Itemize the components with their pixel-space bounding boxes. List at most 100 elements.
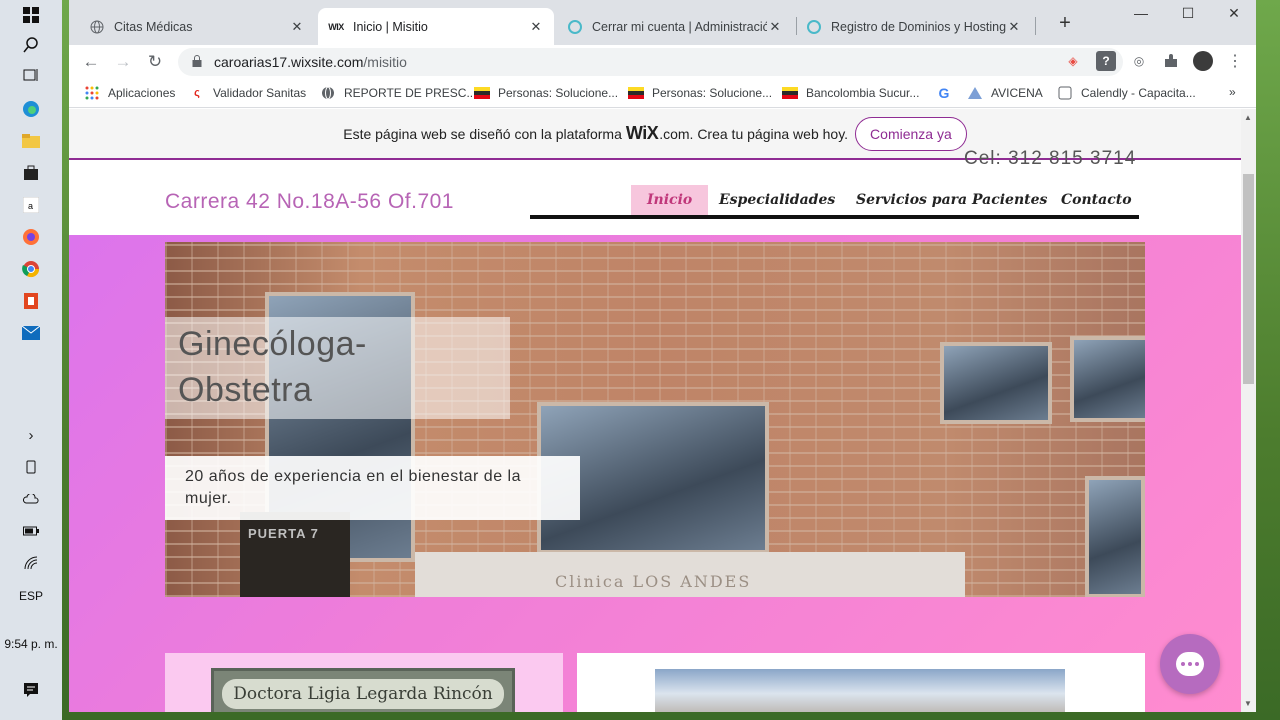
hero-subtitle: 20 años de experiencia en el bienestar d… — [185, 468, 521, 507]
task-view-icon[interactable] — [18, 62, 44, 88]
bookmark-validador-sanitas[interactable]: ς Validador Sanitas — [189, 85, 306, 101]
scrollbar-thumb[interactable] — [1243, 174, 1254, 384]
bancolombia-icon — [474, 85, 490, 101]
url-path: /misitio — [363, 54, 407, 70]
bookmark-label: Calendly - Capacita... — [1081, 86, 1196, 100]
nav-especialidades[interactable]: Especialidades — [703, 185, 851, 215]
svg-text:a: a — [28, 201, 33, 211]
bookmark-label: Aplicaciones — [108, 86, 176, 100]
address-bar[interactable]: caroarias17.wixsite.com/misitio ☆ — [178, 48, 1123, 76]
windows-start-icon[interactable] — [18, 2, 44, 28]
browser-toolbar: ← → ↻ caroarias17.wixsite.com/misitio ☆ … — [69, 45, 1256, 79]
mail-icon[interactable] — [18, 320, 44, 346]
hero-title-line: Obstetra — [178, 371, 313, 409]
bookmark-avicena[interactable]: AVICENA — [967, 85, 1043, 101]
tab-inicio-misitio[interactable]: WIX Inicio | Misitio ✕ — [318, 8, 554, 45]
close-tab-icon[interactable]: ✕ — [289, 19, 305, 35]
building-window — [940, 342, 1052, 424]
forward-button[interactable]: → — [111, 50, 135, 74]
main-navigation: Inicio Especialidades Servicios para Pac… — [530, 185, 1139, 219]
scroll-down-arrow[interactable]: ▼ — [1244, 699, 1252, 708]
clinic-plinth: Clinica LOS ANDES — [415, 552, 965, 597]
close-tab-icon[interactable]: ✕ — [1006, 19, 1022, 35]
nav-contacto[interactable]: Contacto — [1045, 185, 1148, 215]
apps-grid-icon — [84, 85, 100, 101]
scroll-up-arrow[interactable]: ▲ — [1244, 113, 1252, 122]
tab-cerrar-cuenta[interactable]: Cerrar mi cuenta | Administración ✕ — [557, 8, 793, 45]
bookmark-label: Personas: Solucione... — [652, 86, 773, 100]
file-explorer-icon[interactable] — [18, 128, 44, 154]
doctor-card: Doctora Ligia Legarda Rincón — [165, 653, 563, 712]
bookmark-label: AVICENA — [991, 86, 1043, 100]
bookmark-calendly[interactable]: Calendly - Capacita... — [1057, 85, 1196, 101]
clinic-sign: Clinica LOS ANDES — [555, 572, 752, 591]
phone-number: Cel: 312 815 3714 — [964, 148, 1137, 169]
bookmarks-overflow-button[interactable]: » — [1229, 85, 1236, 99]
sanitas-icon: ς — [194, 87, 200, 99]
hero-title-box: Ginecóloga- Obstetra — [165, 317, 510, 419]
lock-icon[interactable] — [192, 54, 202, 70]
url-host: caroarias17.wixsite.com — [214, 54, 364, 70]
edge-browser-icon[interactable] — [18, 96, 44, 122]
close-window-button[interactable]: ✕ — [1214, 5, 1254, 27]
avicena-icon — [967, 85, 983, 101]
tab-registro-dominios[interactable]: Registro de Dominios y Hosting ✕ — [796, 8, 1032, 45]
maximize-button[interactable]: ☐ — [1168, 5, 1208, 27]
nav-inicio[interactable]: Inicio — [631, 185, 709, 215]
extension-arrow-icon[interactable]: ◈ — [1063, 51, 1083, 71]
wix-banner-text: Este página web se diseñó con la platafo… — [343, 125, 622, 142]
amazon-icon[interactable]: a — [18, 192, 44, 218]
nav-servicios-pacientes[interactable]: Servicios para Pacientes — [840, 185, 1063, 215]
new-tab-button[interactable]: + — [1045, 12, 1085, 34]
battery-icon[interactable] — [18, 518, 44, 544]
extensions-puzzle-icon[interactable] — [1161, 51, 1181, 71]
globe-icon — [89, 19, 105, 35]
wix-logo: WiX — [625, 123, 659, 143]
bookmark-personas-2[interactable]: Personas: Solucione... — [628, 85, 772, 101]
close-tab-icon[interactable]: ✕ — [767, 19, 783, 35]
browser-window: Citas Médicas ✕ WIX Inicio | Misitio ✕ C… — [69, 0, 1256, 712]
calendly-icon — [1057, 85, 1073, 101]
building-window — [1070, 336, 1145, 422]
bookmark-aplicaciones[interactable]: Aplicaciones — [84, 85, 175, 101]
search-icon[interactable] — [18, 32, 44, 58]
language-indicator[interactable]: ESP — [0, 589, 62, 603]
bookmark-google[interactable]: G — [936, 85, 960, 101]
minimize-button[interactable]: — — [1121, 5, 1161, 27]
tab-strip: Citas Médicas ✕ WIX Inicio | Misitio ✕ C… — [69, 0, 1256, 45]
profile-avatar[interactable] — [1193, 51, 1213, 71]
notifications-icon[interactable] — [18, 677, 44, 703]
bancolombia-icon — [782, 85, 798, 101]
swirl-icon — [806, 19, 822, 35]
wifi-icon[interactable] — [18, 550, 44, 576]
wix-banner-text-after: .com. Crea tu página web hoy. — [659, 125, 849, 142]
bookmark-personas-1[interactable]: Personas: Solucione... — [474, 85, 618, 101]
comienza-ya-button[interactable]: Comienza ya — [855, 116, 967, 151]
reload-button[interactable]: ↻ — [143, 50, 167, 74]
menu-kebab-icon[interactable]: ⋮ — [1225, 51, 1245, 71]
close-tab-icon[interactable]: ✕ — [528, 19, 544, 35]
chat-button[interactable] — [1160, 634, 1220, 694]
bookmark-bancolombia[interactable]: Bancolombia Sucur... — [782, 85, 919, 101]
clock[interactable]: 9:54 p. m. — [0, 637, 62, 651]
chrome-icon[interactable] — [18, 256, 44, 282]
bookmark-reporte[interactable]: REPORTE DE PRESC... — [320, 85, 476, 101]
office-icon[interactable] — [18, 288, 44, 314]
help-extension-icon[interactable]: ? — [1096, 51, 1116, 71]
doctor-nameplate-image: Doctora Ligia Legarda Rincón — [211, 668, 515, 712]
page-viewport: Este página web se diseñó con la platafo… — [69, 109, 1241, 712]
bancolombia-icon — [628, 85, 644, 101]
firefox-icon[interactable] — [18, 224, 44, 250]
back-button[interactable]: ← — [79, 50, 103, 74]
tab-citas-medicas[interactable]: Citas Médicas ✕ — [79, 8, 315, 45]
page-scrollbar[interactable]: ▲ ▼ — [1241, 109, 1256, 712]
onedrive-icon[interactable] — [18, 486, 44, 512]
bookmarks-bar: Aplicaciones ς Validador Sanitas REPORTE … — [69, 79, 1256, 108]
tab-separator — [1035, 17, 1036, 35]
store-icon[interactable] — [18, 160, 44, 186]
phone-link-icon[interactable] — [18, 454, 44, 480]
headphones-extension-icon[interactable]: ◎ — [1129, 51, 1149, 71]
swirl-icon — [567, 19, 583, 35]
bookmark-label: Bancolombia Sucur... — [806, 86, 920, 100]
chevron-right-icon[interactable]: › — [18, 422, 44, 448]
